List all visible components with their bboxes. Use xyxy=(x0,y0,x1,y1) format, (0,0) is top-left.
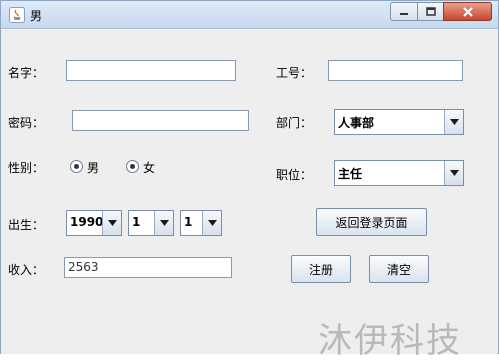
name-label: 名字： xyxy=(8,66,45,80)
clear-button[interactable]: 清空 xyxy=(369,255,429,283)
position-label: 职位： xyxy=(276,168,313,182)
gender-label: 性别： xyxy=(8,161,45,175)
birth-month-select[interactable]: 1 xyxy=(128,210,174,236)
gender-female-label[interactable]: 女 xyxy=(143,159,155,176)
app-window: 男 名字： 工号： 密码： 部门： 人事部 性别： 男 女 职位： 主任 出生：… xyxy=(0,0,499,361)
back-to-login-button[interactable]: 返回登录页面 xyxy=(316,208,427,236)
password-label: 密码： xyxy=(8,116,45,130)
chevron-down-icon xyxy=(449,170,459,176)
minimize-icon xyxy=(400,12,408,15)
window-title: 男 xyxy=(30,9,43,23)
birth-year-value: 1990 xyxy=(70,215,104,229)
name-input[interactable] xyxy=(66,60,236,81)
staff-number-input[interactable] xyxy=(328,60,463,81)
birth-year-dropdown-arrow[interactable] xyxy=(102,211,121,235)
department-dropdown-arrow[interactable] xyxy=(444,110,463,134)
chevron-down-icon xyxy=(449,119,459,125)
birth-day-value: 1 xyxy=(184,215,193,229)
maximize-icon xyxy=(425,6,436,16)
birth-month-dropdown-arrow[interactable] xyxy=(154,211,173,235)
minimize-button[interactable] xyxy=(390,2,418,21)
department-select[interactable]: 人事部 xyxy=(334,109,464,135)
position-value: 主任 xyxy=(338,167,363,181)
maximize-button[interactable] xyxy=(417,2,444,21)
radio-selected-dot xyxy=(130,164,135,169)
register-button[interactable]: 注册 xyxy=(291,255,351,283)
birth-label: 出生： xyxy=(8,218,45,232)
close-button[interactable] xyxy=(443,2,492,21)
java-app-icon xyxy=(9,7,25,23)
watermark-text: 沐伊科技 xyxy=(318,321,462,361)
department-label: 部门： xyxy=(276,116,313,130)
birth-year-select[interactable]: 1990 xyxy=(66,210,122,236)
password-input[interactable] xyxy=(72,110,249,131)
title-bar: 男 xyxy=(1,1,498,29)
form-panel: 名字： 工号： 密码： 部门： 人事部 性别： 男 女 职位： 主任 出生： 1… xyxy=(1,30,498,354)
birth-day-select[interactable]: 1 xyxy=(180,210,222,236)
department-value: 人事部 xyxy=(338,116,375,130)
gender-female-radio[interactable] xyxy=(126,160,139,173)
chevron-down-icon xyxy=(159,220,169,226)
income-input[interactable]: 2563 xyxy=(64,257,232,278)
chevron-down-icon xyxy=(107,220,117,226)
gender-male-label[interactable]: 男 xyxy=(87,159,99,176)
staff-number-label: 工号： xyxy=(276,66,313,80)
chevron-down-icon xyxy=(207,220,217,226)
position-dropdown-arrow[interactable] xyxy=(444,161,463,185)
position-select[interactable]: 主任 xyxy=(334,160,464,186)
birth-day-dropdown-arrow[interactable] xyxy=(202,211,221,235)
birth-month-value: 1 xyxy=(132,215,141,229)
income-label: 收入： xyxy=(8,263,45,277)
gender-male-radio[interactable] xyxy=(70,160,83,173)
close-icon xyxy=(462,6,473,17)
radio-selected-dot xyxy=(74,164,79,169)
